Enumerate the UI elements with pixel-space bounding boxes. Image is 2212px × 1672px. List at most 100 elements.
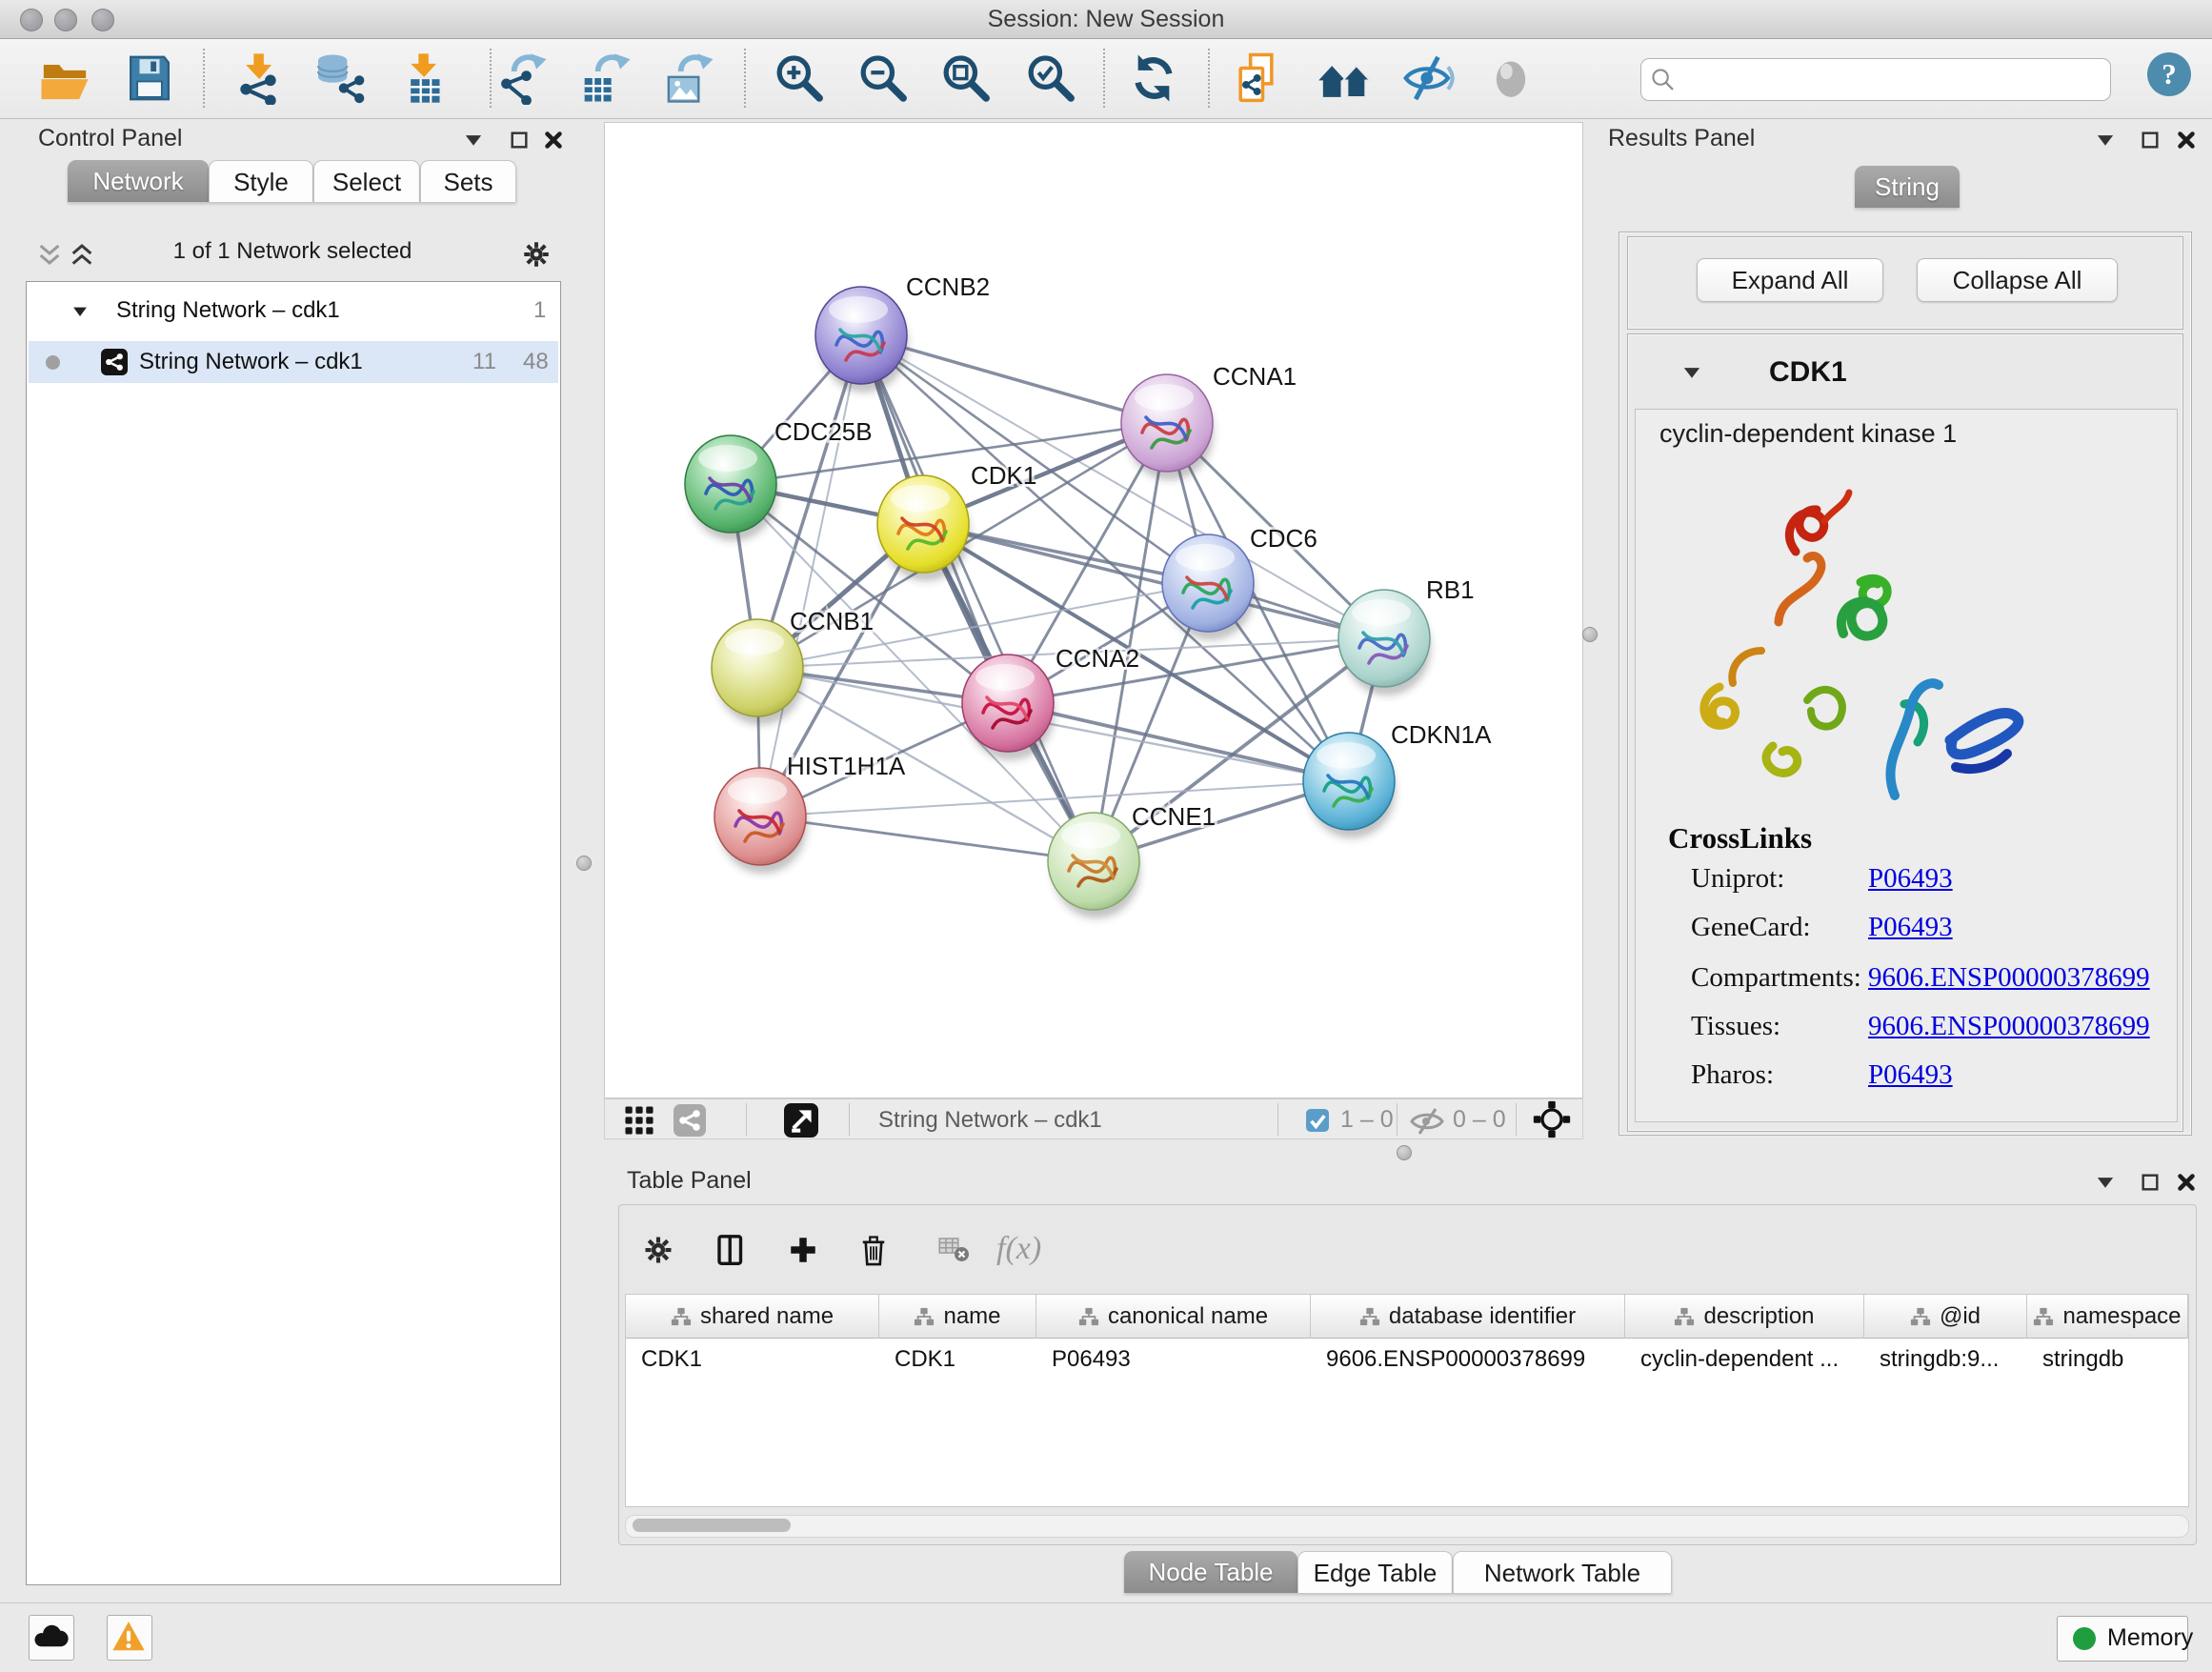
results-panel-menu-icon[interactable] [2093,128,2118,152]
table-row[interactable]: CDK1CDK1P064939606.ENSP00000378699cyclin… [626,1339,2188,1380]
network-node-cdc25b[interactable]: CDC25B [685,417,873,533]
node-label-cdc6: CDC6 [1250,524,1317,553]
select-columns-icon[interactable] [714,1233,748,1267]
memory-button[interactable]: Memory [2057,1616,2188,1662]
export-image-icon[interactable] [663,51,716,105]
zoom-fit-icon[interactable] [938,51,992,105]
table-panel-close-icon[interactable] [2174,1170,2199,1195]
column-header-description[interactable]: description [1625,1295,1864,1339]
network-edge-HIST1H1A-CCNE1[interactable] [760,816,1094,861]
crosslink-label: GeneCard: [1691,912,1868,943]
table-cell[interactable]: CDK1 [626,1339,879,1380]
control-panel-close-icon[interactable] [541,128,566,152]
new-network-from-selection-icon[interactable] [1233,51,1286,105]
collapse-all-button[interactable]: Collapse All [1917,258,2118,302]
column-header-database-identifier[interactable]: database identifier [1311,1295,1625,1339]
network-node-count: 11 [473,341,496,383]
selected-checkbox-icon[interactable] [1306,1109,1329,1132]
network-node-rb1[interactable]: RB1 [1338,575,1475,687]
table-cell[interactable]: cyclin-dependent ... [1625,1339,1864,1380]
birds-eye-view-icon[interactable] [784,1103,818,1138]
cloud-icon[interactable] [29,1615,74,1661]
zoom-selected-icon[interactable] [1023,51,1076,105]
network-view-share-icon[interactable] [674,1104,706,1137]
table-horizontal-scrollbar[interactable] [625,1515,2189,1538]
crosslink-link[interactable]: P06493 [1868,1059,1953,1090]
add-column-icon[interactable] [786,1233,820,1267]
tab-edge-table[interactable]: Edge Table [1297,1551,1453,1593]
tab-network[interactable]: Network [68,160,209,202]
right-splitter-handle[interactable] [1582,627,1598,642]
toolbar-separator [744,49,746,108]
tab-sets[interactable]: Sets [420,160,516,202]
crosslink-link[interactable]: 9606.ENSP00000378699 [1868,962,2150,993]
grid-view-icon[interactable] [624,1105,654,1136]
column-header-namespace[interactable]: namespace [2027,1295,2188,1339]
zoom-out-icon[interactable] [855,51,909,105]
crosslink-link[interactable]: P06493 [1868,912,1953,942]
network-options-gear-icon[interactable] [520,238,553,271]
open-session-icon[interactable] [38,51,91,105]
pan-crosshair-icon[interactable] [1533,1100,1571,1138]
table-cell[interactable]: P06493 [1036,1339,1311,1380]
column-header--id[interactable]: @id [1864,1295,2027,1339]
node-label-hist1h1a: HIST1H1A [787,752,906,780]
warning-icon[interactable] [107,1615,152,1661]
function-builder-button[interactable]: f(x) [996,1231,1041,1267]
results-panel-close-icon[interactable] [2174,128,2199,152]
table-settings-gear-icon[interactable] [641,1233,675,1267]
help-button[interactable]: ? [2146,51,2192,97]
import-network-database-icon[interactable] [312,51,365,105]
crosslink-link[interactable]: P06493 [1868,863,1953,894]
delete-table-icon[interactable] [937,1233,972,1267]
table-cell[interactable]: stringdb [2027,1339,2188,1380]
export-table-icon[interactable] [580,51,633,105]
tab-string[interactable]: String [1855,166,1960,208]
table-cell[interactable]: stringdb:9... [1864,1339,2027,1380]
save-session-icon[interactable] [123,51,176,105]
network-node-cdk1[interactable]: CDK1 [877,461,1036,573]
tab-select[interactable]: Select [313,160,420,202]
first-neighbors-icon[interactable] [1317,51,1371,105]
scrollbar-thumb[interactable] [633,1519,791,1532]
network-collection-row[interactable]: String Network – cdk1 1 [29,290,558,332]
table-cell[interactable]: 9606.ENSP00000378699 [1311,1339,1625,1380]
table-cell[interactable]: CDK1 [879,1339,1036,1380]
column-header-shared-name[interactable]: shared name [626,1295,879,1339]
import-network-icon[interactable] [231,51,285,105]
import-table-icon[interactable] [396,51,450,105]
delete-column-icon[interactable] [856,1233,891,1267]
results-panel-float-icon[interactable] [2138,128,2162,152]
tab-style[interactable]: Style [209,160,313,202]
export-network-icon[interactable] [496,51,550,105]
network-node-ccna1[interactable]: CCNA1 [1121,362,1297,472]
control-panel-menu-icon[interactable] [461,128,486,152]
hidden-eye-icon[interactable] [1410,1108,1444,1135]
network-node-hist1h1a[interactable]: HIST1H1A [714,752,906,865]
control-panel-float-icon[interactable] [507,128,532,152]
collection-expander-icon[interactable] [70,302,90,321]
network-edge-CCNB2-CCNE1[interactable] [861,335,1094,861]
table-panel-float-icon[interactable] [2138,1170,2162,1195]
tab-node-table[interactable]: Node Table [1124,1551,1297,1593]
node-gloss [1176,544,1235,571]
zoom-in-icon[interactable] [772,51,825,105]
expand-all-button[interactable]: Expand All [1697,258,1883,302]
network-row-selected[interactable]: String Network – cdk1 11 48 [29,341,558,383]
network-node-cdkn1a[interactable]: CDKN1A [1303,720,1492,830]
column-header-canonical-name[interactable]: canonical name [1036,1295,1311,1339]
table-panel-menu-icon[interactable] [2093,1170,2118,1195]
network-canvas[interactable]: CCNB2CCNA1CDC25BCDK1CDC6RB1CCNB1CCNA2CDK… [604,122,1583,1098]
tab-network-table[interactable]: Network Table [1453,1551,1672,1593]
network-edge-CCNA2-CDKN1A[interactable] [1008,703,1349,781]
statusbar-separator [1277,1103,1278,1136]
column-header-name[interactable]: name [879,1295,1036,1339]
gene-expander-icon[interactable] [1679,360,1704,385]
crosslink-link[interactable]: 9606.ENSP00000378699 [1868,1011,2150,1041]
hide-selected-icon[interactable] [1401,51,1455,105]
search-input[interactable] [1683,61,2106,97]
show-hidden-icon[interactable] [1484,51,1538,105]
left-splitter-handle[interactable] [576,856,592,871]
bottom-splitter-handle[interactable] [1397,1145,1412,1160]
refresh-icon[interactable] [1127,51,1180,105]
